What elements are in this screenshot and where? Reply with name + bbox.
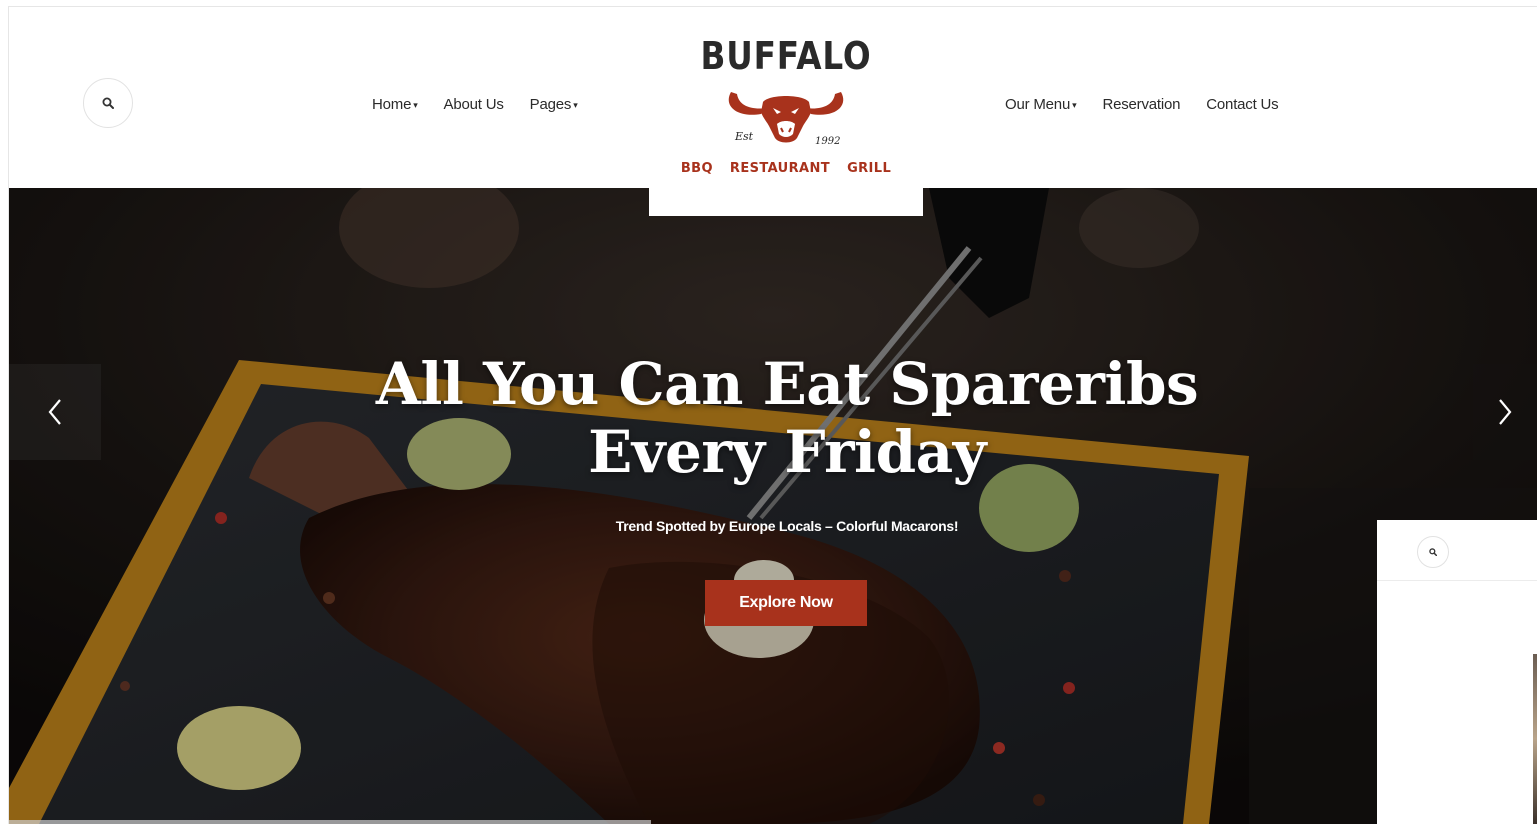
- hero-slider: All You Can Eat Spareribs Every Friday T…: [9, 188, 1537, 824]
- nav-item-label: About Us: [443, 96, 504, 113]
- chevron-left-icon: [48, 399, 61, 425]
- mini-image-edge: [1533, 654, 1537, 824]
- search-button[interactable]: [83, 78, 133, 128]
- hero-subtitle: Trend Spotted by Europe Locals – Colorfu…: [615, 518, 959, 534]
- chevron-down-icon: ▾: [1072, 100, 1077, 110]
- buffalo-head-icon: Est 1992: [728, 92, 844, 147]
- nav-item-contact-us[interactable]: Contact Us: [1206, 96, 1278, 113]
- hero-title: All You Can Eat Spareribs Every Friday: [9, 350, 1537, 486]
- nav-item-our-menu[interactable]: Our Menu ▾: [1005, 96, 1077, 113]
- nav-item-label: Contact Us: [1206, 96, 1279, 113]
- mini-preview-panel: [1377, 520, 1537, 824]
- nav-item-label: Pages: [529, 96, 572, 113]
- chevron-down-icon: ▾: [413, 100, 418, 110]
- site-logo[interactable]: BUFFALO Est 1992 BBQ RESTAURANT GRILL: [649, 8, 923, 216]
- nav-item-label: Our Menu: [1005, 96, 1071, 113]
- logo-tag-grill: GRILL: [847, 161, 892, 176]
- logo-tagline: BBQ RESTAURANT GRILL: [649, 161, 923, 176]
- slider-next-button[interactable]: [1473, 364, 1537, 460]
- nav-item-pages[interactable]: Pages ▾: [530, 96, 578, 113]
- nav-item-about-us[interactable]: About Us: [444, 96, 504, 113]
- main-nav-right: Our Menu ▾ Reservation Contact Us: [1005, 96, 1279, 113]
- nav-item-label: Home: [372, 96, 412, 113]
- mini-search-button[interactable]: [1417, 536, 1449, 568]
- slider-progress-bar: [9, 820, 651, 824]
- nav-item-reservation[interactable]: Reservation: [1102, 96, 1180, 113]
- logo-tag-bbq: BBQ: [680, 161, 713, 176]
- nav-item-home[interactable]: Home ▾: [372, 96, 418, 113]
- explore-now-button[interactable]: Explore Now: [705, 580, 867, 626]
- chevron-right-icon: [1499, 399, 1512, 425]
- nav-item-label: Reservation: [1102, 96, 1181, 113]
- slider-prev-button[interactable]: [9, 364, 101, 460]
- logo-wordmark: BUFFALO: [700, 34, 872, 78]
- logo-est-label: Est: [734, 130, 754, 143]
- search-icon: [102, 97, 114, 109]
- logo-tag-restaurant: RESTAURANT: [729, 161, 831, 176]
- chevron-down-icon: ▾: [573, 100, 578, 110]
- logo-year-label: 1992: [815, 136, 840, 147]
- search-icon: [1429, 548, 1437, 556]
- hero-title-line-2: Every Friday: [588, 418, 986, 486]
- hero-overlay: [9, 188, 1537, 824]
- main-nav-left: Home ▾ About Us Pages ▾: [372, 96, 578, 113]
- hero-title-line-1: All You Can Eat Spareribs: [375, 350, 1199, 418]
- mini-divider: [1377, 580, 1537, 581]
